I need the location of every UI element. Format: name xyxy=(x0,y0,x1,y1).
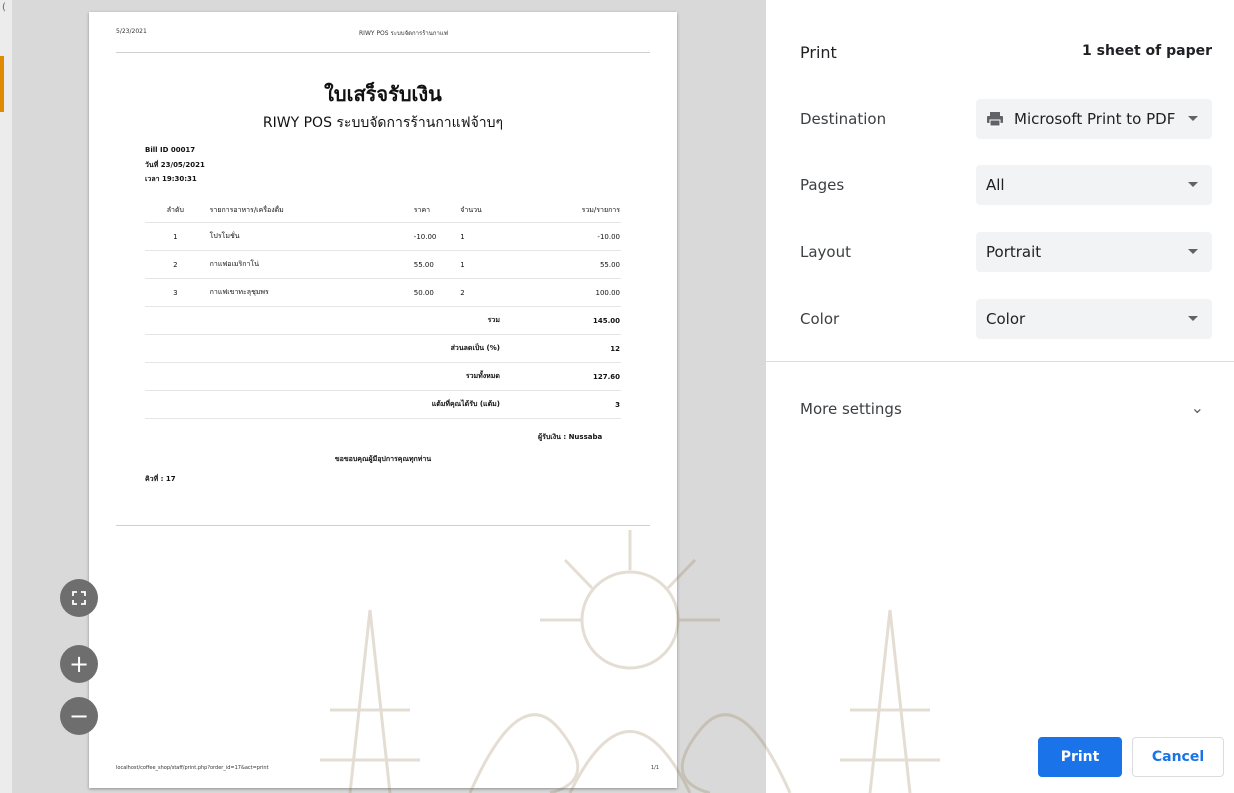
cell-item: กาแฟเขาทะลุชุมพร xyxy=(208,278,413,307)
cell-no: 3 xyxy=(145,278,209,307)
cell-no: 1 xyxy=(145,222,209,251)
summary-label: แต้มที่คุณได้รับ (แต้ม) xyxy=(145,390,522,419)
zoom-out-button[interactable]: − xyxy=(60,697,98,735)
col-header-total: รวม/รายการ xyxy=(521,198,621,223)
page-footer-url: localhost/coffee_shop/staff/print.php?or… xyxy=(116,765,269,771)
destination-label: Destination xyxy=(800,110,887,128)
receipt-subtitle: RIWY POS ระบบจัดการร้านกาแฟจ้าบๆ xyxy=(262,115,504,131)
cell-price: 50.00 xyxy=(412,278,460,307)
col-header-item: รายการอาหาร/เครื่องดื่ม xyxy=(208,198,413,223)
printer-icon xyxy=(987,112,1003,127)
cell-item: โปรโมชั่น xyxy=(208,222,413,251)
minus-icon: − xyxy=(68,702,90,730)
layout-label: Layout xyxy=(800,243,851,261)
left-edge-char: ( xyxy=(2,2,6,13)
bill-date: วันที่ 23/05/2021 xyxy=(145,161,205,169)
cell-qty: 1 xyxy=(459,222,522,251)
cell-no: 2 xyxy=(145,250,209,279)
left-accent-bar xyxy=(0,56,4,112)
plus-icon: + xyxy=(68,650,90,678)
zoom-in-button[interactable]: + xyxy=(60,645,98,683)
thank-you-note: ขอขอบคุณผู้มีอุปการคุณทุกท่าน xyxy=(334,455,432,463)
fit-to-page-icon xyxy=(72,591,86,605)
destination-select[interactable]: Microsoft Print to PDF xyxy=(976,99,1212,139)
preview-page: 5/23/2021 RIWY POS ระบบจัดการร้านกาแฟ ใบ… xyxy=(89,12,677,788)
color-value: Color xyxy=(986,310,1026,328)
summary-label: รวมทั้งหมด xyxy=(145,362,522,391)
destination-value: Microsoft Print to PDF xyxy=(1014,110,1176,128)
print-button[interactable]: Print xyxy=(1038,737,1122,777)
col-header-qty: จำนวน xyxy=(459,198,522,223)
summary-value: 145.00 xyxy=(521,306,621,335)
layout-select[interactable]: Portrait xyxy=(976,232,1212,272)
summary-label: ส่วนลดเป็น (%) xyxy=(145,334,522,363)
summary-row: รวมทั้งหมด 127.60 xyxy=(145,362,621,391)
summary-row: ส่วนลดเป็น (%) 12 xyxy=(145,334,621,363)
summary-value: 127.60 xyxy=(521,362,621,391)
cell-total: -10.00 xyxy=(521,222,621,251)
cell-price: -10.00 xyxy=(412,222,460,251)
fit-to-page-button[interactable] xyxy=(60,579,98,617)
table-row: 2 กาแฟอเมริกาโน่ 55.00 1 55.00 xyxy=(145,250,621,279)
table-header-row: ลำดับ รายการอาหาร/เครื่องดื่ม ราคา จำนวน… xyxy=(145,198,621,223)
cashier-name: ผู้รับเงิน : Nussaba xyxy=(538,433,603,441)
sheet-count: 1 sheet of paper xyxy=(1082,43,1212,59)
layout-value: Portrait xyxy=(986,243,1042,261)
cell-total: 55.00 xyxy=(521,250,621,279)
browser-left-edge xyxy=(0,0,12,793)
summary-label: รวม xyxy=(145,306,522,335)
pages-select[interactable]: All xyxy=(976,165,1212,205)
page-number: 1/1 xyxy=(651,765,660,771)
dropdown-caret-icon xyxy=(1188,316,1198,321)
bill-id: Bill ID 00017 xyxy=(145,146,196,154)
print-preview-area: ( 5/23/2021 RIWY POS ระบบจัดการร้านกาแฟ … xyxy=(0,0,766,793)
cell-total: 100.00 xyxy=(521,278,621,307)
cell-item: กาแฟอเมริกาโน่ xyxy=(208,250,413,279)
panel-title: Print xyxy=(800,43,837,62)
summary-row: รวม 145.00 xyxy=(145,306,621,335)
pages-label: Pages xyxy=(800,176,845,194)
pages-value: All xyxy=(986,176,1005,194)
page-header-rule xyxy=(116,52,650,53)
col-header-no: ลำดับ xyxy=(145,198,209,223)
table-row: 3 กาแฟเขาทะลุชุมพร 50.00 2 100.00 xyxy=(145,278,621,307)
summary-value: 12 xyxy=(521,334,621,363)
more-settings-toggle[interactable]: More settings xyxy=(800,400,902,418)
print-settings-panel: Print 1 sheet of paper Destination Micro… xyxy=(766,0,1234,793)
col-header-price: ราคา xyxy=(412,198,460,223)
receipt-table: ลำดับ รายการอาหาร/เครื่องดื่ม ราคา จำนวน… xyxy=(145,198,621,419)
color-label: Color xyxy=(800,310,840,328)
bill-time: เวลา 19:30:31 xyxy=(145,175,197,183)
dropdown-caret-icon xyxy=(1188,182,1198,187)
page-header-title: RIWY POS ระบบจัดการร้านกาแฟ xyxy=(359,30,449,37)
cell-qty: 2 xyxy=(459,278,522,307)
summary-row: แต้มที่คุณได้รับ (แต้ม) 3 xyxy=(145,390,621,419)
page-content-rule xyxy=(116,525,650,526)
cell-qty: 1 xyxy=(459,250,522,279)
receipt-title: ใบเสร็จรับเงิน xyxy=(324,82,442,106)
settings-divider xyxy=(766,361,1234,362)
cancel-button[interactable]: Cancel xyxy=(1132,737,1224,777)
summary-value: 3 xyxy=(521,390,621,419)
queue-number: คิวที่ : 17 xyxy=(145,475,176,483)
color-select[interactable]: Color xyxy=(976,299,1212,339)
dropdown-caret-icon xyxy=(1188,116,1198,121)
dropdown-caret-icon xyxy=(1188,249,1198,254)
chevron-down-icon[interactable]: ⌄ xyxy=(1191,398,1204,417)
page-header-date: 5/23/2021 xyxy=(116,28,147,35)
cell-price: 55.00 xyxy=(412,250,460,279)
table-row: 1 โปรโมชั่น -10.00 1 -10.00 xyxy=(145,222,621,251)
